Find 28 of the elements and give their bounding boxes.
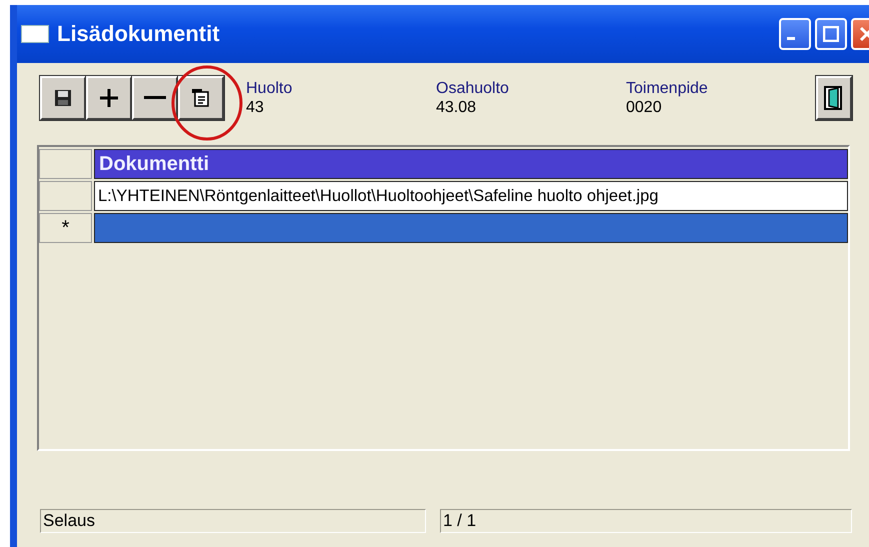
field-value: 0020 <box>626 98 662 117</box>
column-header[interactable]: Dokumentti <box>94 149 848 179</box>
field-label: Toimenpide <box>626 79 708 98</box>
status-panel: Selaus <box>40 509 426 533</box>
field-label: Osahuolto <box>436 79 509 98</box>
field-label: Huolto <box>246 79 292 98</box>
minus-icon <box>144 96 166 100</box>
add-button[interactable] <box>86 76 132 120</box>
window-icon <box>21 25 49 43</box>
properties-button[interactable] <box>178 76 224 120</box>
window-title: Lisädokumentit <box>57 21 221 47</box>
new-record-cell[interactable] <box>94 213 848 243</box>
new-row-marker: * <box>39 213 92 243</box>
maximize-button[interactable] <box>815 18 847 50</box>
table-cell[interactable]: L:\YHTEINEN\Röntgenlaitteet\Huollot\Huoltoohjeet\Safeline huolto ohjeet.jpg <box>94 181 848 211</box>
maximize-icon <box>823 26 839 42</box>
minimize-icon <box>787 37 795 40</box>
exit-button[interactable] <box>816 76 852 120</box>
field-value: 43 <box>246 98 264 117</box>
plus-icon <box>99 88 119 108</box>
field-value: 43.08 <box>436 98 476 117</box>
door-icon <box>824 86 844 110</box>
row-header <box>39 149 92 179</box>
document-icon <box>192 89 210 107</box>
minimize-button[interactable] <box>779 18 811 50</box>
save-button[interactable] <box>40 76 86 120</box>
status-panel: 1 / 1 <box>440 509 852 533</box>
remove-button[interactable] <box>132 76 178 120</box>
